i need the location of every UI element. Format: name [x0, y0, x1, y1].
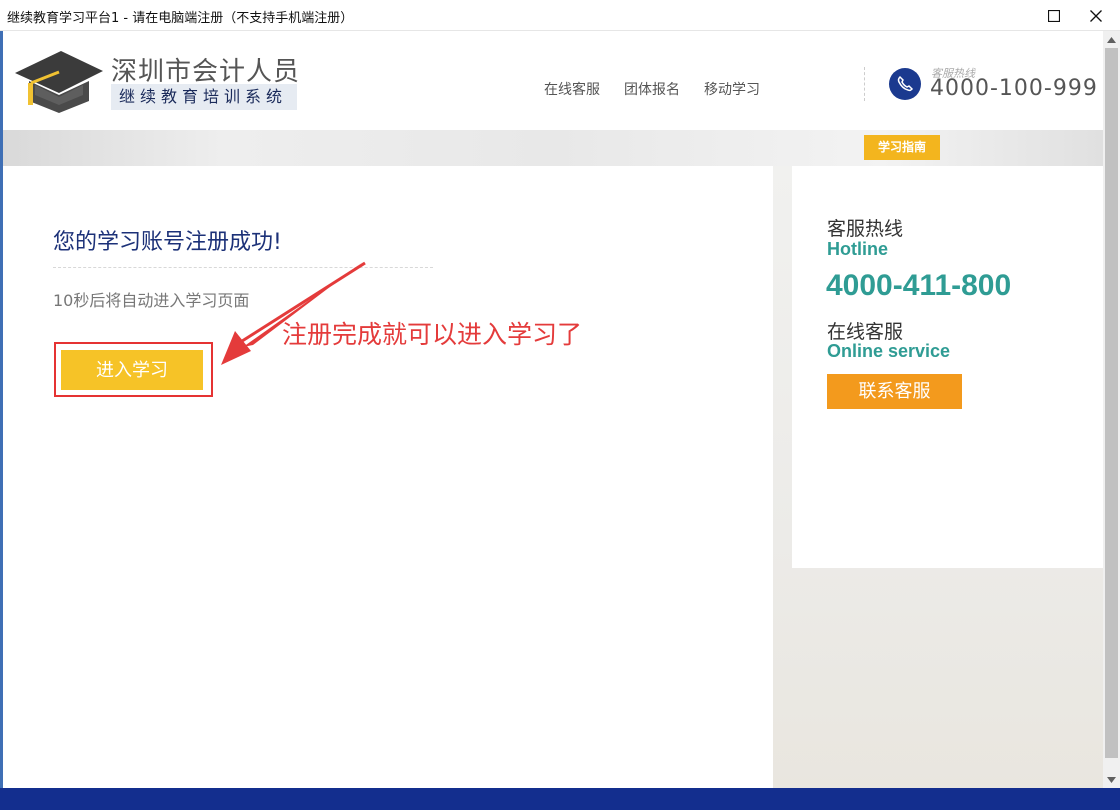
- scroll-up-icon[interactable]: [1103, 31, 1120, 48]
- phone-icon: [889, 68, 921, 100]
- vertical-scrollbar[interactable]: [1103, 31, 1120, 788]
- annotation-text: 注册完成就可以进入学习了: [282, 320, 583, 349]
- enter-learning-button[interactable]: 进入学习: [61, 350, 203, 390]
- service-hotline-en: Hotline: [827, 239, 888, 259]
- window-titlebar: 继续教育学习平台1 - 请在电脑端注册（不支持手机端注册）: [0, 0, 1120, 31]
- success-title: 您的学习账号注册成功!: [53, 230, 282, 255]
- nav-online-service[interactable]: 在线客服: [544, 79, 600, 99]
- study-guide-button[interactable]: 学习指南: [864, 135, 940, 160]
- registration-success-panel: 您的学习账号注册成功! 10秒后将自动进入学习页面 进入学习 注册完成就可以进入…: [3, 166, 773, 788]
- window-title: 继续教育学习平台1 - 请在电脑端注册（不支持手机端注册）: [7, 11, 354, 26]
- service-online-cn: 在线客服: [827, 321, 904, 343]
- header-nav: 在线客服 团体报名 移动学习: [544, 79, 784, 99]
- service-hotline-number: 4000-411-800: [826, 269, 1012, 302]
- banner-strip: 学习指南: [3, 130, 1103, 166]
- service-online-en: Online service: [827, 341, 951, 361]
- customer-service-panel: 客服热线 Hotline 4000-411-800 在线客服 Online se…: [792, 166, 1103, 568]
- close-icon: [1090, 9, 1102, 22]
- logo-title: 深圳市会计人员: [111, 57, 301, 87]
- maximize-button[interactable]: [1034, 0, 1074, 31]
- header-divider: [864, 67, 865, 101]
- close-button[interactable]: [1076, 0, 1116, 31]
- footer-bar: [0, 788, 1120, 810]
- contact-service-button[interactable]: 联系客服: [827, 374, 962, 409]
- scroll-down-icon[interactable]: [1103, 771, 1120, 788]
- graduation-cap-icon: [13, 45, 105, 119]
- maximize-icon: [1048, 9, 1060, 22]
- service-hotline-cn: 客服热线: [827, 218, 904, 240]
- nav-group-signup[interactable]: 团体报名: [624, 79, 680, 99]
- site-header: 深圳市会计人员 继续教育培训系统 在线客服 团体报名 移动学习 客服热线 400…: [3, 31, 1103, 130]
- nav-mobile-learning[interactable]: 移动学习: [704, 79, 760, 99]
- logo-subtitle: 继续教育培训系统: [111, 84, 297, 110]
- scrollbar-thumb[interactable]: [1105, 48, 1118, 758]
- header-hotline-number: 4000-100-999: [930, 76, 1098, 101]
